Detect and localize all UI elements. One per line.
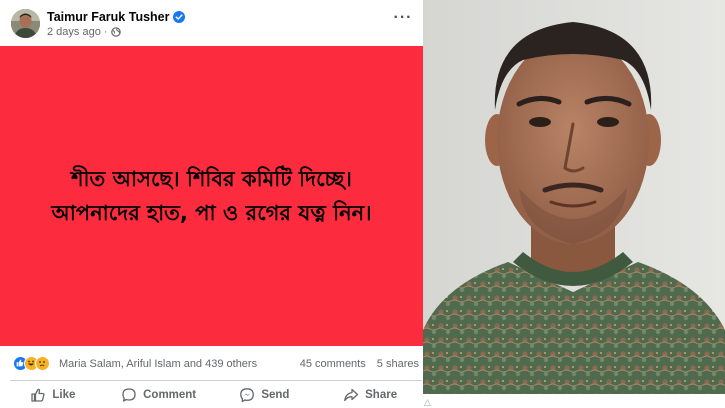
avatar-image [11, 9, 40, 38]
reaction-stats: 45 comments 5 shares [292, 358, 419, 370]
banner-line-1: শীত আসছে। শিবির কমিটি দিচ্ছে। [71, 167, 352, 191]
post-meta: 2 days ago · [47, 26, 121, 38]
post-timestamp[interactable]: 2 days ago [47, 26, 101, 38]
reactions-summary: Maria Salam, Ariful Islam and 439 others… [0, 352, 423, 376]
share-icon [344, 388, 359, 402]
verified-badge-icon [173, 11, 186, 23]
comment-button[interactable]: Comment [106, 382, 212, 408]
portrait-photo [423, 0, 725, 394]
reaction-names[interactable]: Maria Salam, Ariful Islam and 439 others [59, 358, 257, 370]
author-avatar[interactable] [11, 9, 40, 38]
thumbs-up-icon [31, 388, 45, 402]
share-button[interactable]: Share [317, 382, 423, 408]
action-divider [10, 380, 422, 381]
comment-label: Comment [143, 389, 197, 401]
like-button[interactable]: Like [0, 382, 106, 408]
shares-count[interactable]: 5 shares [377, 358, 419, 370]
post-action-bar: Like Comment Send Share [0, 382, 423, 408]
banner-line-2: আপনাদের হাত, পা ও রগের যত্ন নিন। [51, 201, 372, 225]
author-name-row: Taimur Faruk Tusher [47, 10, 186, 24]
portrait-image [423, 0, 725, 394]
globe-icon [110, 27, 121, 37]
comments-count[interactable]: 45 comments [300, 358, 366, 370]
post-text-banner: শীত আসছে। শিবির কমিটি দিচ্ছে। আপনাদের হা… [0, 46, 423, 346]
reaction-icons[interactable] [13, 356, 50, 371]
corner-mark-icon: △ [424, 397, 431, 407]
facebook-post: Taimur Faruk Tusher 2 days ago · ··· শীত… [0, 0, 423, 408]
post-header: Taimur Faruk Tusher 2 days ago · ··· [0, 0, 423, 46]
sad-reaction-icon [35, 356, 50, 371]
messenger-icon [240, 388, 255, 403]
send-label: Send [261, 389, 290, 401]
meta-separator: · [103, 26, 108, 38]
comment-icon [122, 388, 136, 402]
banner-text: শীত আসছে। শিবির কমিটি দিচ্ছে। আপনাদের হা… [2, 162, 422, 230]
share-label: Share [365, 389, 398, 401]
author-name[interactable]: Taimur Faruk Tusher [47, 10, 169, 24]
like-label: Like [52, 389, 76, 401]
send-button[interactable]: Send [212, 382, 318, 408]
more-options-button[interactable]: ··· [391, 10, 415, 32]
